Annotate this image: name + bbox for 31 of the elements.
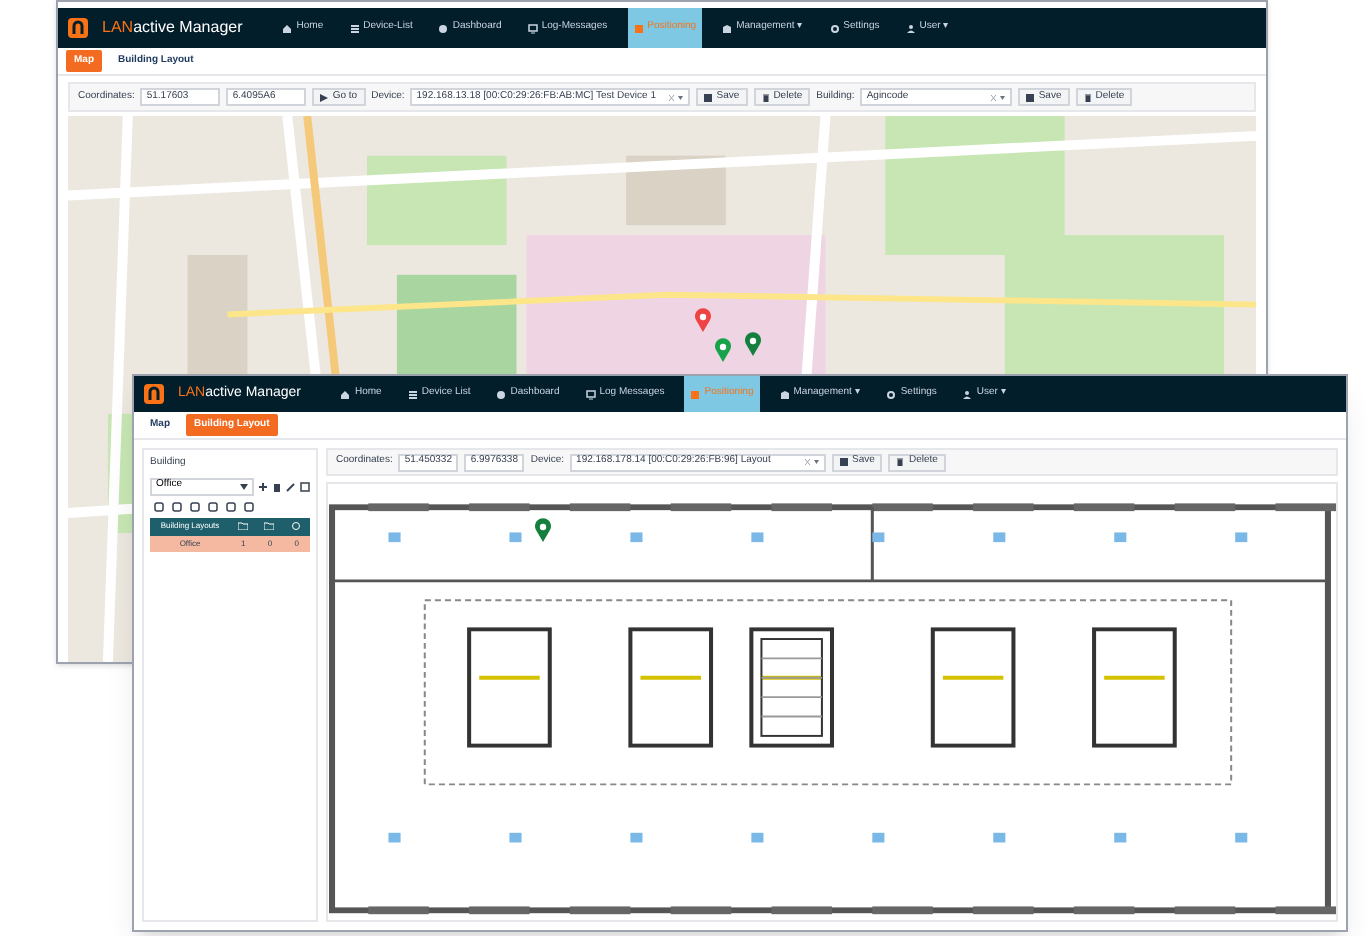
trash-icon[interactable]: [272, 481, 282, 491]
clear-icon: [668, 93, 685, 101]
gear-icon: [886, 389, 897, 399]
monitor-icon: [527, 23, 538, 33]
app-title: LANactive Manager: [102, 16, 243, 40]
map-pin-icon: [694, 308, 712, 332]
arrow-icon: [320, 93, 329, 101]
gear-icon: [829, 23, 840, 33]
caret-icon: [240, 483, 248, 489]
clear-icon: [990, 93, 1007, 101]
clear-icon: [804, 458, 821, 466]
location-pin-icon: [534, 518, 552, 542]
list-icon: [349, 23, 360, 33]
folder-icon: [264, 522, 275, 530]
user-icon: [905, 23, 916, 33]
building-icon: [779, 389, 790, 399]
logo-icon: [68, 18, 88, 38]
building-icon: [722, 23, 733, 33]
monitor-icon: [585, 389, 596, 399]
list-icon: [407, 389, 418, 399]
user-icon: [962, 389, 973, 399]
folder-icon: [238, 522, 249, 530]
trash-icon: [761, 93, 770, 101]
trash-icon: [896, 458, 905, 466]
map-pin-icon: [744, 332, 762, 356]
logo-icon: [144, 384, 164, 404]
trash-icon: [1083, 93, 1092, 101]
home-icon: [282, 23, 293, 33]
map-pin-icon: [714, 338, 732, 362]
home-icon: [340, 389, 351, 399]
pencil-icon[interactable]: [286, 481, 296, 491]
